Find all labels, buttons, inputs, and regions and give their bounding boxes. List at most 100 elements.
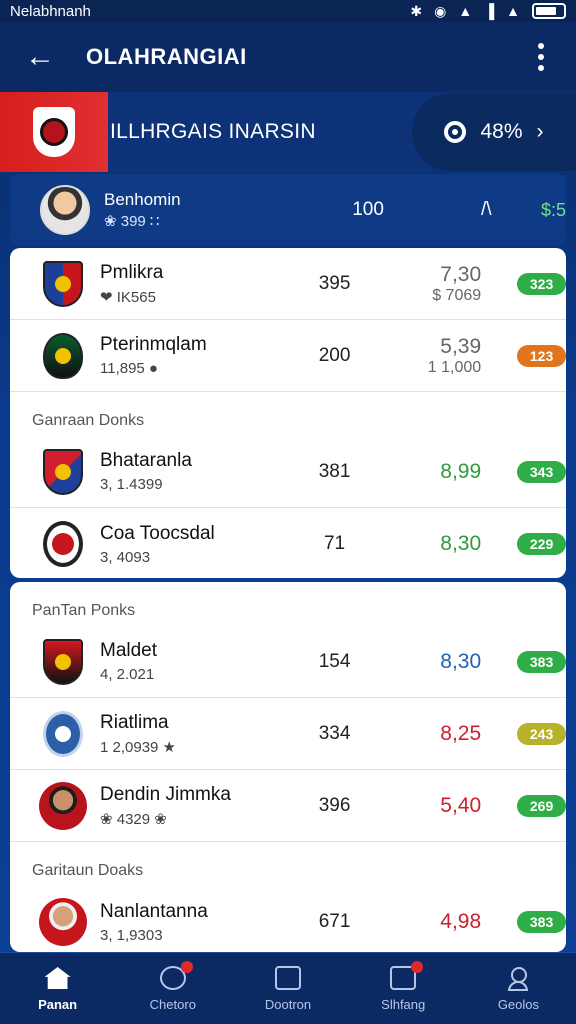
player-odds: 4,98 — [440, 910, 482, 933]
team-name: Pterinmqlam — [100, 334, 207, 355]
points-badge: 229 — [517, 533, 566, 555]
list-item[interactable]: Dendin Jimmka ❀ 4329 ❀ 396 5,40 269 — [10, 770, 566, 842]
nav-label: Slhfang — [381, 997, 426, 1012]
arrow-left-icon: ← — [25, 40, 55, 73]
section-label: Garitaun Doaks — [32, 862, 144, 879]
signal-icon: ▐ — [484, 3, 495, 19]
wifi-secondary-icon: ▲ — [506, 3, 520, 19]
user-icon — [504, 965, 532, 991]
notification-dot — [180, 961, 193, 973]
points-badge: 269 — [517, 794, 566, 817]
team-sub: 4, 2.021 — [100, 666, 155, 683]
status-bar: Nelabhnanh ✱ ◉ ▲ ▐ ▲ — [0, 0, 576, 22]
team-crest-icon — [43, 710, 83, 757]
nfc-icon: ◉ — [434, 2, 447, 19]
player-odds: 5,40 — [440, 793, 482, 817]
points-badge: 343 — [517, 460, 566, 483]
more-vertical-icon — [538, 43, 544, 49]
team-score: 395 — [318, 272, 351, 294]
app-bar: ← OLAHRANGIAI — [0, 22, 576, 92]
notification-dot — [411, 961, 424, 973]
nav-item-home[interactable]: Panan — [0, 953, 115, 1024]
pinned-player-value: $:5 — [540, 199, 566, 220]
league-logo-icon — [33, 107, 75, 157]
status-icons: ✱ ◉ ▲ ▐ ▲ — [410, 3, 566, 20]
page-title: OLAHRANGIAI — [86, 44, 247, 69]
pinned-player-sub: ❀ 399 ∷ — [104, 213, 160, 230]
points-badge: 323 — [517, 272, 566, 295]
list-item[interactable]: Nanlantanna 3, 1,9303 671 4,98 383 — [10, 886, 566, 952]
list-item[interactable]: Pmlikra ❤ IK565 395 7,30 $ 7069 323 — [10, 248, 566, 320]
team-score: 334 — [318, 722, 351, 744]
team-crest-icon — [43, 638, 83, 685]
nav-item-profile[interactable]: Geolos — [461, 953, 576, 1024]
team-crest-icon — [43, 448, 83, 495]
shield-icon — [159, 961, 193, 991]
team-odds: 8,30 — [440, 649, 482, 673]
team-sub: 3, 1.4399 — [100, 476, 163, 493]
pinned-player-trend: /\ — [480, 199, 492, 220]
team-score: 200 — [318, 344, 351, 366]
bluetooth-icon: ✱ — [410, 2, 423, 19]
standings-card-1: Pmlikra ❤ IK565 395 7,30 $ 7069 323 Pter… — [10, 248, 566, 578]
card-icon — [274, 965, 302, 991]
team-crest-icon — [43, 521, 83, 567]
team-name: Maldet — [100, 640, 158, 661]
team-odds: 8,30 — [440, 532, 482, 555]
player-sub: ❀ 4329 ❀ — [100, 810, 167, 828]
bottom-nav: Panan Chetoro Dootron Slhfang Geolos — [0, 952, 576, 1024]
more-menu-button[interactable] — [526, 37, 556, 77]
team-crest-icon — [43, 260, 83, 307]
team-score: 381 — [318, 460, 351, 482]
nav-label: Panan — [38, 997, 78, 1012]
team-name: Riatlima — [100, 711, 169, 733]
team-name: Pmlikra — [100, 261, 164, 283]
player-name: Nanlantanna — [100, 900, 208, 922]
section-label: PanTan Ponks — [32, 602, 136, 619]
target-icon — [444, 121, 467, 143]
team-sub: ❤ IK565 — [100, 288, 156, 306]
team-sub: 11,895 ● — [100, 360, 158, 377]
team-odds: 7,30 $ 7069 — [432, 262, 482, 304]
news-icon — [389, 961, 424, 991]
team-name: Coa Toocsdal — [100, 522, 215, 544]
team-sub: 3, 4093 — [100, 548, 151, 566]
home-icon — [44, 965, 72, 991]
team-score: 71 — [323, 533, 346, 554]
list-item[interactable]: Riatlima 1 2,0939 ★ 334 8,25 243 — [10, 698, 566, 770]
avatar — [40, 185, 90, 235]
league-logo-area — [0, 92, 108, 172]
team-odds: 8,25 — [440, 721, 482, 745]
points-badge: 123 — [517, 344, 566, 367]
section-label: Ganraan Donks — [32, 412, 145, 429]
points-badge: 383 — [517, 650, 566, 673]
pinned-player-row[interactable]: Benhomin ❀ 399 ∷ 100 /\ $:5 — [10, 174, 566, 246]
league-name: ILLHRGAIS INARSIN — [110, 120, 316, 143]
nav-label: Geolos — [497, 997, 540, 1012]
league-banner: ILLHRGAIS INARSIN 48% › — [0, 92, 576, 172]
team-name: Bhataranla — [100, 450, 192, 471]
points-badge: 243 — [517, 722, 566, 745]
nav-item-news[interactable]: Slhfang — [346, 953, 461, 1024]
list-item[interactable]: Pterinmqlam 11,895 ● 200 5,39 1 1,000 12… — [10, 320, 566, 392]
list-item[interactable]: Coa Toocsdal 3, 4093 71 8,30 229 — [10, 508, 566, 578]
nav-item-teams[interactable]: Chetoro — [115, 953, 230, 1024]
player-score: 396 — [318, 794, 351, 816]
team-odds: 8,99 — [440, 459, 482, 483]
wifi-icon: ▲ — [458, 3, 473, 19]
player-sub: 3, 1,9303 — [100, 926, 163, 944]
league-stat-pill[interactable]: 48% › — [412, 93, 576, 171]
carrier-label: Nelabhnanh — [10, 2, 91, 20]
nav-item-cards[interactable]: Dootron — [230, 953, 345, 1024]
list-item[interactable]: Maldet 4, 2.021 154 8,30 383 — [10, 626, 566, 698]
list-item[interactable]: Bhataranla 3, 1.4399 381 8,99 343 — [10, 436, 566, 508]
chevron-right-icon: › — [536, 120, 544, 143]
team-score: 154 — [318, 650, 351, 672]
standings-card-2: PanTan Ponks Maldet 4, 2.021 154 8,30 38… — [10, 582, 566, 952]
team-sub: 1 2,0939 ★ — [100, 738, 177, 756]
back-button[interactable]: ← — [20, 37, 60, 77]
nav-label: Dootron — [264, 997, 312, 1012]
player-name: Dendin Jimmka — [100, 783, 231, 805]
pinned-player-name: Benhomin — [104, 190, 181, 209]
player-avatar — [39, 898, 87, 946]
